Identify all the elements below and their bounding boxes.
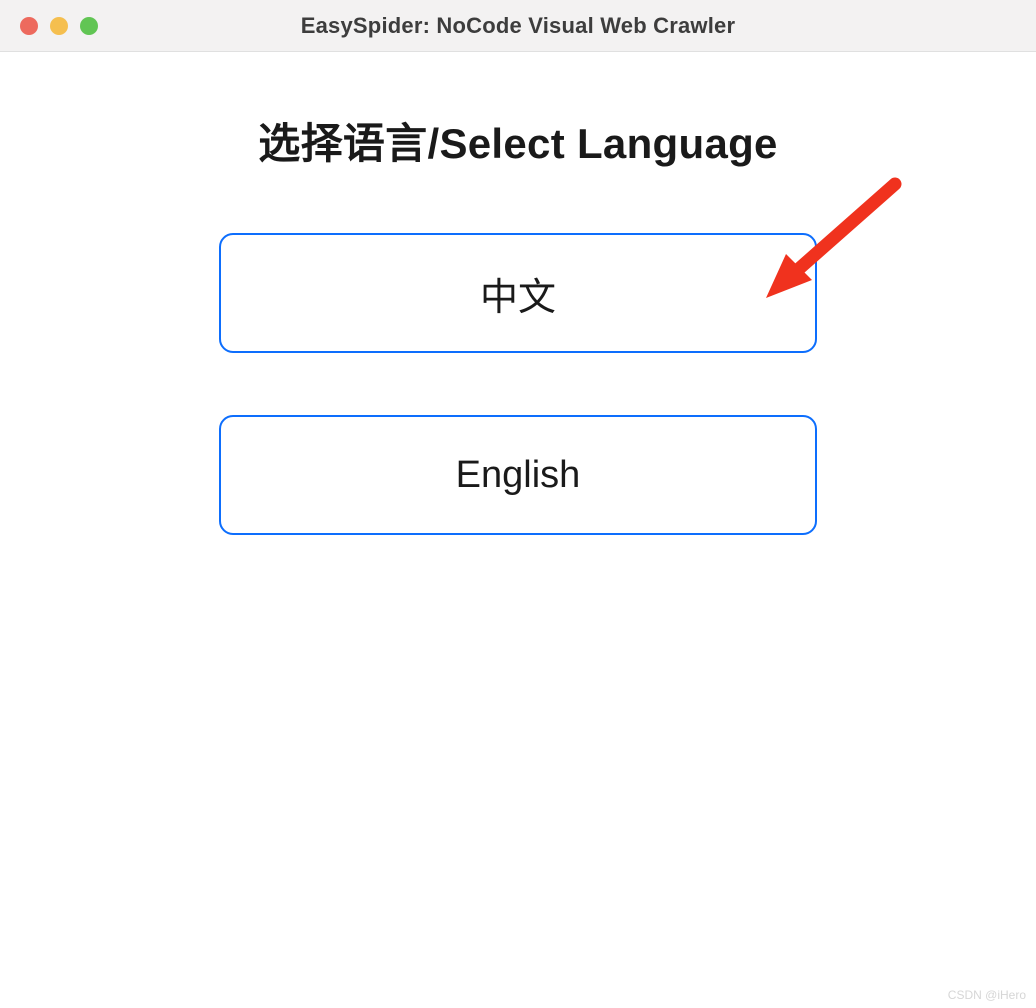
page-title: 选择语言/Select Language bbox=[258, 110, 777, 171]
window-title: EasySpider: NoCode Visual Web Crawler bbox=[0, 13, 1036, 39]
traffic-lights bbox=[20, 17, 98, 35]
minimize-window-button[interactable] bbox=[50, 17, 68, 35]
close-window-button[interactable] bbox=[20, 17, 38, 35]
language-chinese-label: 中文 bbox=[480, 266, 556, 321]
language-english-label: English bbox=[456, 454, 581, 497]
language-english-button[interactable]: English bbox=[219, 415, 817, 535]
language-chinese-button[interactable]: 中文 bbox=[219, 233, 817, 353]
content-area: 选择语言/Select Language 中文 English bbox=[0, 52, 1036, 597]
watermark: CSDN @iHero bbox=[948, 988, 1026, 1002]
maximize-window-button[interactable] bbox=[80, 17, 98, 35]
titlebar: EasySpider: NoCode Visual Web Crawler bbox=[0, 0, 1036, 52]
